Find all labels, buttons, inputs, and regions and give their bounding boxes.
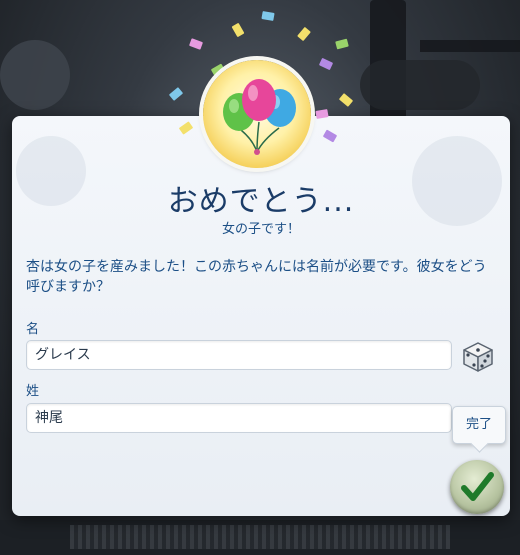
confetti bbox=[188, 38, 204, 50]
balloons-icon bbox=[203, 60, 311, 168]
confirm-button[interactable] bbox=[450, 460, 504, 514]
first-name-input[interactable]: グレイス bbox=[26, 340, 452, 370]
checkmark-icon bbox=[461, 472, 494, 501]
confetti bbox=[261, 11, 275, 21]
background-shape bbox=[0, 40, 70, 110]
last-name-input[interactable]: 神尾 bbox=[26, 403, 452, 433]
confetti bbox=[338, 93, 354, 107]
background-shape bbox=[420, 40, 520, 52]
confetti bbox=[318, 57, 334, 71]
done-tooltip: 完了 bbox=[452, 406, 506, 444]
dialog-title: おめでとう... bbox=[167, 184, 355, 219]
background-shape bbox=[360, 60, 480, 110]
background-shape bbox=[70, 525, 450, 549]
dice-icon[interactable] bbox=[458, 338, 498, 374]
first-name-label: 名 bbox=[26, 322, 40, 337]
last-name-label: 姓 bbox=[26, 384, 40, 399]
dialog-subtitle: 女の子です！ bbox=[221, 222, 300, 237]
confetti bbox=[168, 87, 184, 101]
confetti bbox=[231, 22, 245, 38]
dialog-message: 杏は女の子を産みました！この赤ちゃんには名前が必要です。彼女をどう呼びますか？ bbox=[26, 259, 487, 295]
confetti bbox=[297, 26, 311, 42]
confetti bbox=[335, 38, 349, 50]
